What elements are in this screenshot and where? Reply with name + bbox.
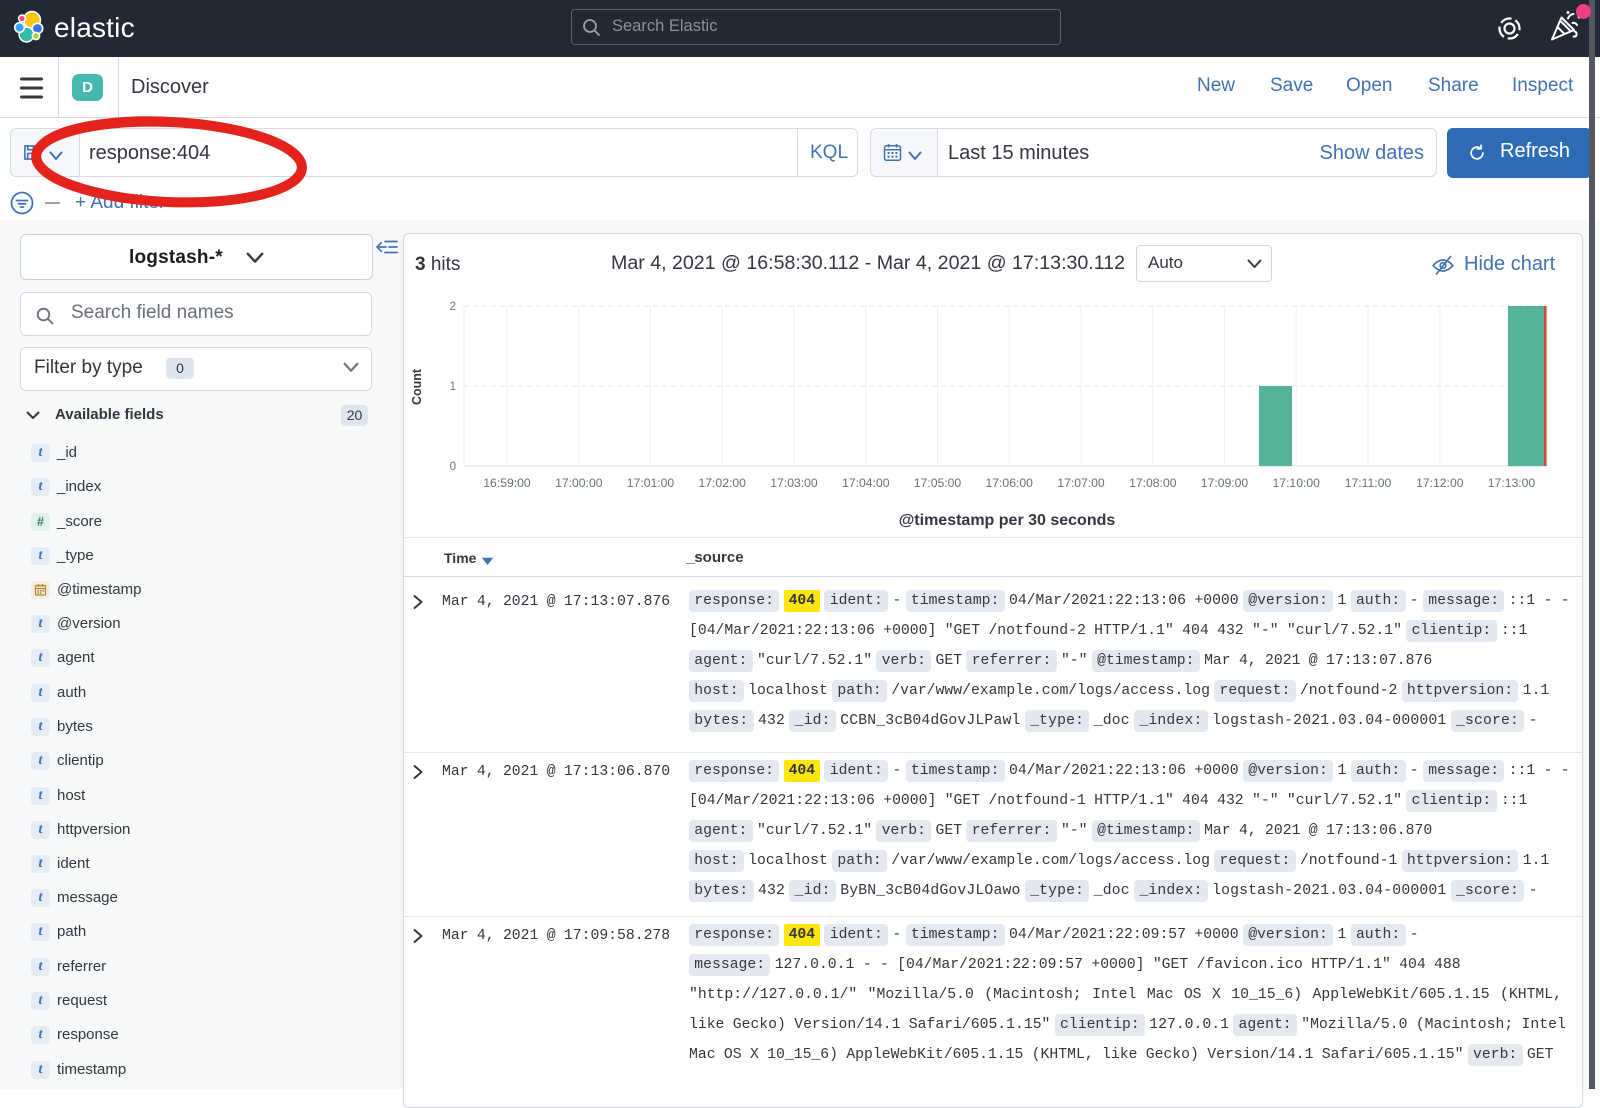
svg-text:1: 1 [450, 381, 456, 393]
svg-text:Count: Count [410, 368, 424, 405]
svg-text:17:08:00: 17:08:00 [1129, 476, 1177, 490]
svg-text:17:02:00: 17:02:00 [698, 476, 746, 490]
svg-text:16:59:00: 16:59:00 [483, 476, 531, 490]
svg-text:17:11:00: 17:11:00 [1345, 476, 1392, 490]
svg-text:2: 2 [450, 301, 456, 313]
svg-text:17:13:00: 17:13:00 [1488, 476, 1536, 490]
svg-text:17:06:00: 17:06:00 [985, 476, 1033, 490]
svg-text:17:00:00: 17:00:00 [555, 476, 603, 490]
svg-text:17:10:00: 17:10:00 [1272, 476, 1320, 490]
svg-text:17:09:00: 17:09:00 [1201, 476, 1249, 490]
svg-text:17:04:00: 17:04:00 [842, 476, 890, 490]
svg-text:17:03:00: 17:03:00 [770, 476, 818, 490]
svg-text:17:07:00: 17:07:00 [1057, 476, 1105, 490]
svg-text:17:01:00: 17:01:00 [627, 476, 675, 490]
svg-text:17:05:00: 17:05:00 [914, 476, 962, 490]
svg-text:0: 0 [450, 461, 456, 473]
svg-text:@timestamp per 30 seconds: @timestamp per 30 seconds [899, 512, 1116, 529]
svg-text:17:12:00: 17:12:00 [1416, 476, 1464, 490]
